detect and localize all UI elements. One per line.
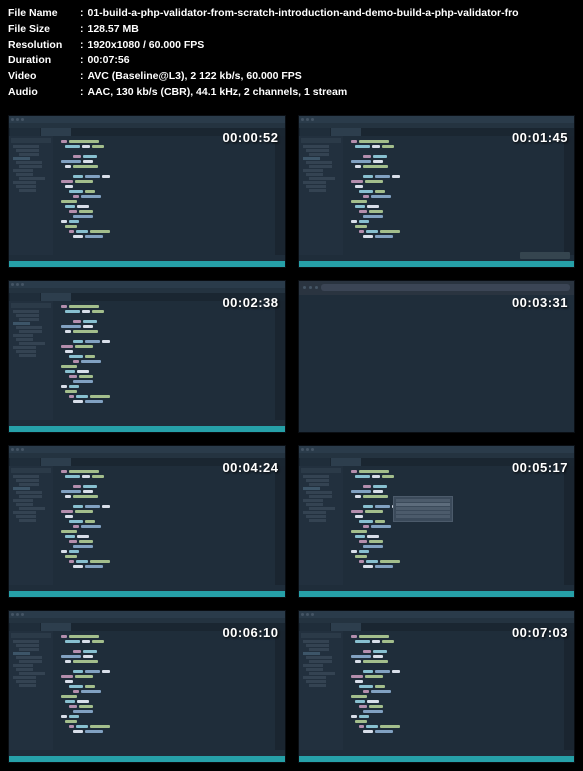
metadata-row-resolution: Resolution : 1920x1080 / 60.000 FPS (8, 38, 575, 54)
video-thumbnail[interactable]: 00:01:45 (298, 115, 576, 268)
metadata-row-video: Video : AVC (Baseline@L3), 2 122 kb/s, 6… (8, 69, 575, 85)
status-bar (299, 261, 575, 267)
file-explorer (299, 136, 343, 255)
window-titlebar (9, 116, 285, 123)
video-thumbnail[interactable]: 00:03:31 (298, 280, 576, 433)
window-titlebar (299, 611, 575, 618)
file-explorer (9, 631, 53, 750)
metadata-separator: : (76, 69, 88, 85)
metadata-row-filename: File Name : 01-build-a-php-validator-fro… (8, 6, 575, 22)
metadata-separator: : (76, 85, 88, 101)
status-bar (9, 591, 285, 597)
minimap (275, 301, 285, 420)
status-bar (9, 756, 285, 762)
timestamp-overlay: 00:00:52 (222, 130, 278, 145)
video-thumbnail[interactable]: 00:05:17 (298, 445, 576, 598)
timestamp-overlay: 00:01:45 (512, 130, 568, 145)
video-metadata-panel: File Name : 01-build-a-php-validator-fro… (0, 0, 583, 107)
metadata-row-duration: Duration : 00:07:56 (8, 53, 575, 69)
code-editor (53, 301, 275, 420)
window-titlebar (299, 116, 575, 123)
video-thumbnail[interactable]: 00:02:38 (8, 280, 286, 433)
metadata-value: 01-build-a-php-validator-from-scratch-in… (88, 6, 519, 22)
code-editor (343, 631, 565, 750)
status-bar (9, 261, 285, 267)
code-editor (53, 136, 275, 255)
code-editor (53, 631, 275, 750)
metadata-separator: : (76, 38, 88, 54)
metadata-label: Duration (8, 53, 76, 69)
window-titlebar (299, 446, 575, 453)
metadata-row-audio: Audio : AAC, 130 kb/s (CBR), 44.1 kHz, 2… (8, 85, 575, 101)
video-thumbnail[interactable]: 00:04:24 (8, 445, 286, 598)
minimap (275, 631, 285, 750)
file-explorer (9, 301, 53, 420)
timestamp-overlay: 00:07:03 (512, 625, 568, 640)
metadata-value: 00:07:56 (88, 53, 130, 69)
minimap (564, 136, 574, 255)
metadata-label: Video (8, 69, 76, 85)
status-bar (299, 591, 575, 597)
minimap (275, 136, 285, 255)
metadata-label: File Name (8, 6, 76, 22)
file-explorer (9, 136, 53, 255)
file-explorer (299, 631, 343, 750)
minimap (275, 466, 285, 585)
status-bar (299, 756, 575, 762)
code-editor (343, 136, 565, 255)
video-thumbnail[interactable]: 00:06:10 (8, 610, 286, 763)
window-titlebar (9, 446, 285, 453)
code-editor (343, 466, 565, 585)
timestamp-overlay: 00:02:38 (222, 295, 278, 310)
metadata-separator: : (76, 22, 88, 38)
thumbnail-grid: 00:00:52 00:01:45 00:02:38 00:03:31 00:04:24… (0, 107, 583, 771)
minimap (564, 466, 574, 585)
video-thumbnail[interactable]: 00:00:52 (8, 115, 286, 268)
address-bar (321, 284, 571, 291)
action-button (520, 252, 570, 259)
metadata-value: 1920x1080 / 60.000 FPS (88, 38, 205, 54)
metadata-separator: : (76, 53, 88, 69)
metadata-label: Resolution (8, 38, 76, 54)
metadata-label: Audio (8, 85, 76, 101)
timestamp-overlay: 00:05:17 (512, 460, 568, 475)
timestamp-overlay: 00:06:10 (222, 625, 278, 640)
metadata-separator: : (76, 6, 88, 22)
browser-chrome (299, 281, 575, 295)
timestamp-overlay: 00:04:24 (222, 460, 278, 475)
window-titlebar (9, 281, 285, 288)
code-editor (53, 466, 275, 585)
metadata-row-filesize: File Size : 128.57 MB (8, 22, 575, 38)
file-explorer (9, 466, 53, 585)
metadata-label: File Size (8, 22, 76, 38)
video-thumbnail[interactable]: 00:07:03 (298, 610, 576, 763)
minimap (564, 631, 574, 750)
metadata-value: AAC, 130 kb/s (CBR), 44.1 kHz, 2 channel… (88, 85, 348, 101)
metadata-value: 128.57 MB (88, 22, 139, 38)
file-explorer (299, 466, 343, 585)
autocomplete-popup (393, 496, 453, 522)
timestamp-overlay: 00:03:31 (512, 295, 568, 310)
status-bar (9, 426, 285, 432)
window-titlebar (9, 611, 285, 618)
metadata-value: AVC (Baseline@L3), 2 122 kb/s, 60.000 FP… (88, 69, 302, 85)
